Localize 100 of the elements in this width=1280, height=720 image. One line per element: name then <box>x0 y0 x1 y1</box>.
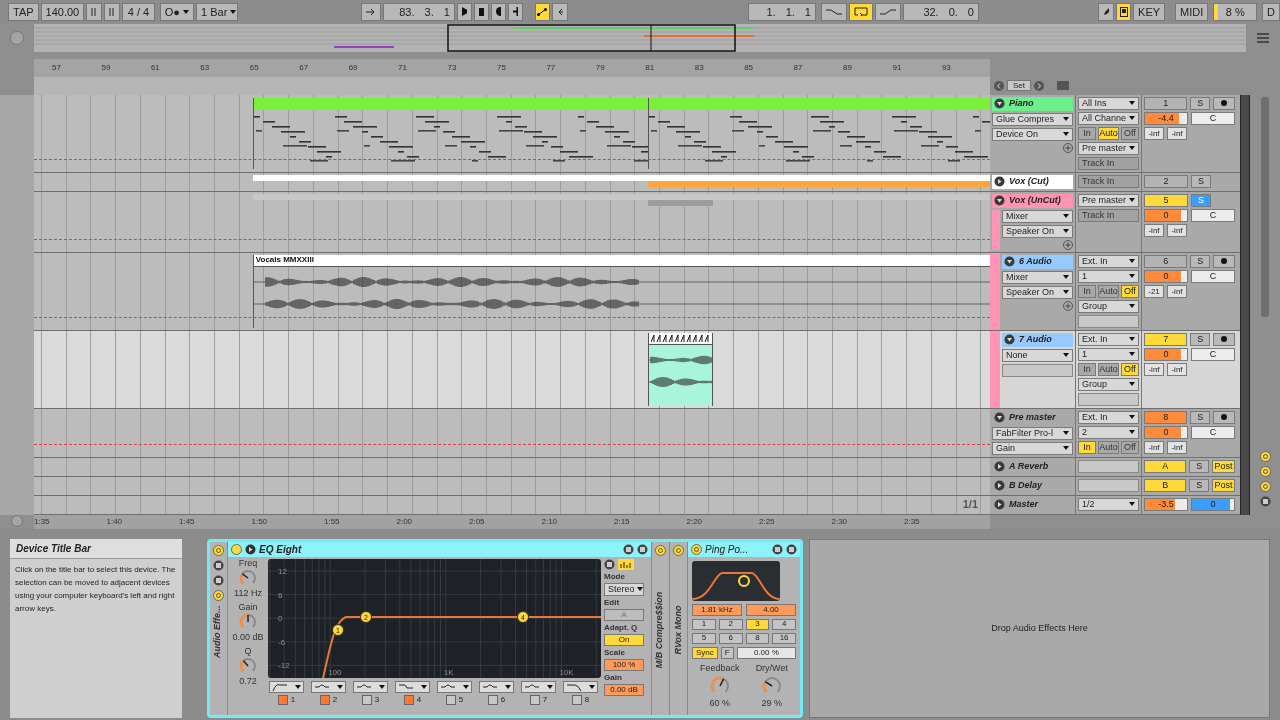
solo-button[interactable]: S <box>1190 255 1211 268</box>
band-toggle[interactable] <box>529 695 540 705</box>
quantize-dropdown[interactable]: 1 Bar <box>196 2 239 21</box>
track-title[interactable]: Piano <box>992 97 1073 111</box>
pan-field[interactable]: C <box>1191 112 1235 125</box>
track-activator[interactable]: 2 <box>1144 175 1188 188</box>
device-on-icon[interactable] <box>673 545 684 556</box>
track-title[interactable]: Vox (UnCut) <box>992 194 1073 208</box>
arm-button[interactable] <box>1213 255 1235 268</box>
arm-button[interactable] <box>1213 97 1235 110</box>
monitor-toggle[interactable]: Off <box>1120 285 1139 298</box>
folded-device[interactable]: RVox Mono <box>670 542 688 715</box>
track-activator[interactable]: 7 <box>1144 333 1188 346</box>
device-on-icon[interactable] <box>231 544 242 555</box>
solo-button[interactable]: S <box>1189 460 1209 473</box>
input-box[interactable]: Track In <box>1078 157 1139 170</box>
beat-button[interactable]: 6 <box>718 633 743 644</box>
set-locator-button[interactable]: Set <box>1007 80 1031 92</box>
dropdown[interactable]: Ext. In <box>1078 411 1139 424</box>
pan-field[interactable]: C <box>1191 209 1235 222</box>
song-position-field[interactable]: 83. 3. 1 <box>383 2 455 21</box>
monitor-toggle[interactable]: Off <box>1120 441 1139 454</box>
beat-button[interactable]: 2 <box>718 619 743 630</box>
midi-clip[interactable] <box>252 98 649 169</box>
volume-field[interactable]: 0 <box>1144 426 1188 439</box>
key-button[interactable]: KEY <box>1133 2 1166 21</box>
track-title[interactable]: Pre master <box>992 411 1073 425</box>
device-on-icon[interactable] <box>691 544 702 555</box>
nudge-up-button[interactable] <box>104 2 121 21</box>
fold-icon[interactable] <box>1004 334 1015 346</box>
pan-field[interactable]: C <box>1191 348 1235 361</box>
fold-icon[interactable] <box>994 499 1005 511</box>
track-activator[interactable]: 8 <box>1144 411 1188 424</box>
device-title-bar[interactable]: EQ Eight <box>228 542 651 557</box>
scrollbar[interactable] <box>1261 97 1269 317</box>
track-title[interactable]: A Reverb <box>992 460 1073 474</box>
overview-drawing[interactable] <box>34 23 1246 52</box>
fold-icon[interactable] <box>994 461 1005 473</box>
dropdown[interactable]: All Ins <box>1078 97 1139 110</box>
loop-button[interactable] <box>849 2 874 21</box>
dropdown[interactable]: Group <box>1078 300 1139 313</box>
monitor-toggle[interactable]: Auto <box>1098 127 1119 140</box>
fold-icon[interactable] <box>994 195 1005 207</box>
monitor-toggle[interactable]: In <box>1078 363 1097 376</box>
filter-type-dropdown[interactable] <box>269 681 304 693</box>
volume-field[interactable]: 0 <box>1191 498 1235 511</box>
fold-icon[interactable] <box>994 98 1005 110</box>
metronome-button[interactable]: O● <box>159 2 195 21</box>
folded-device[interactable]: M/B Compre$$ion <box>652 542 670 715</box>
record-button[interactable] <box>490 2 506 21</box>
beat-button[interactable]: 8 <box>745 633 770 644</box>
dropdown[interactable]: Mixer <box>1002 210 1073 223</box>
dropdown[interactable]: Glue Compres <box>992 113 1073 126</box>
dropdown[interactable]: 2 <box>1078 426 1139 439</box>
dropdown[interactable]: Mixer <box>1002 271 1073 284</box>
band-toggle[interactable] <box>361 695 372 705</box>
dropdown[interactable]: None <box>1002 349 1073 362</box>
filter-type-dropdown[interactable] <box>311 681 346 693</box>
solo-button[interactable]: S <box>1189 479 1209 492</box>
device-on-icon[interactable] <box>655 545 666 556</box>
volume-field[interactable]: 0 <box>1144 270 1188 283</box>
dropdown[interactable]: Speaker On <box>1002 286 1073 299</box>
beat-button[interactable]: 4 <box>772 619 796 630</box>
dropdown[interactable]: 1 <box>1078 348 1139 361</box>
loop-start-field[interactable]: 1. 1. 1 <box>747 2 816 21</box>
frequency-field[interactable]: 1.81 kHz <box>692 604 742 616</box>
previous-locator-icon[interactable] <box>994 80 1004 91</box>
dropdown[interactable]: Pre master <box>1078 194 1139 207</box>
dropdown[interactable]: Ext. In <box>1078 255 1139 268</box>
solo-button[interactable]: S <box>1190 333 1211 346</box>
draw-mode-button[interactable] <box>1098 2 1114 21</box>
band-toggle[interactable] <box>277 695 288 705</box>
volume-field[interactable]: -3.5 <box>1144 498 1188 511</box>
arm-button[interactable] <box>1213 411 1235 424</box>
track-activator[interactable]: 5 <box>1144 194 1188 207</box>
band-toggle[interactable] <box>319 695 330 705</box>
midi-button[interactable]: MIDI <box>1175 2 1209 21</box>
band-toggle[interactable] <box>571 695 582 705</box>
freeze-button[interactable]: F <box>720 647 734 659</box>
solo-button[interactable]: S <box>1190 97 1211 110</box>
band-toggle[interactable] <box>445 695 456 705</box>
drop-area[interactable]: Drop Audio Effects Here <box>809 539 1270 718</box>
arm-button[interactable] <box>1213 333 1235 346</box>
fold-icon[interactable] <box>994 176 1005 188</box>
bar-ruler[interactable]: 57 59 61 63 65 67 69 71 73 75 77 79 81 83 85 87 89 91 93 <box>34 58 990 77</box>
toggle-button[interactable]: On <box>604 634 644 646</box>
track-activator[interactable]: 6 <box>1144 255 1188 268</box>
stop-button[interactable] <box>473 2 489 21</box>
tap-button[interactable]: TAP <box>8 2 39 21</box>
fold-icon[interactable] <box>1004 256 1015 268</box>
track-title[interactable]: Vox (Cut) <box>992 175 1073 189</box>
monitor-toggle[interactable]: In <box>1078 127 1097 140</box>
nudge-down-button[interactable] <box>86 2 103 21</box>
sync-button[interactable]: Sync <box>692 647 718 659</box>
monitor-toggle[interactable]: In <box>1078 441 1097 454</box>
dropdown[interactable]: Stereo <box>604 583 644 596</box>
dropdown[interactable]: Group <box>1078 378 1139 391</box>
tempo-field[interactable]: 140.00 <box>40 2 85 21</box>
play-button[interactable] <box>456 2 472 21</box>
width-field[interactable]: 4.00 <box>746 604 796 616</box>
